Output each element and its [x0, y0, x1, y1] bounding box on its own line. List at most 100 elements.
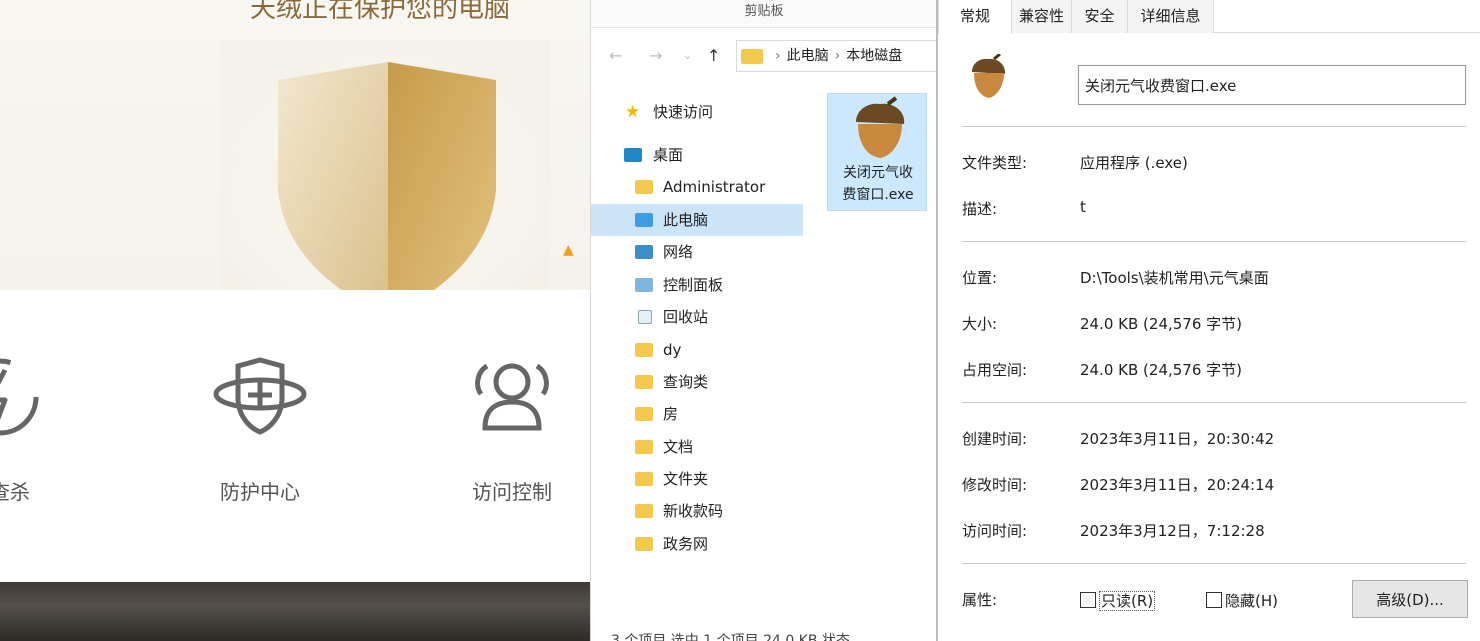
description-label: 描述:: [962, 200, 998, 218]
folder-icon: [635, 407, 653, 421]
tree-item-label: 此电脑: [663, 211, 709, 229]
tab-general[interactable]: 常规: [938, 0, 1012, 34]
file-name-input[interactable]: [1078, 65, 1466, 105]
tile-protection-center[interactable]: 防护中心: [160, 290, 360, 582]
address-bar[interactable]: › 此电脑 › 本地磁盘: [736, 40, 946, 72]
folder-icon: [635, 180, 653, 194]
security-feature-grid: 毒查杀 防护中心 访问控制: [0, 290, 590, 582]
tree-item-label: 桌面: [653, 146, 684, 164]
divider: [962, 563, 1466, 564]
file-name-label: 关闭元气收 费窗口.exe: [828, 162, 928, 206]
tree-item-folder[interactable]: 文件夹: [591, 463, 803, 495]
tab-details[interactable]: 详细信息: [1128, 0, 1214, 33]
readonly-checkbox[interactable]: 只读(R): [1080, 591, 1156, 611]
tile-virus-scan[interactable]: 毒查杀: [0, 290, 100, 582]
tree-item-label: 新收款码: [663, 502, 724, 520]
security-app-window: 天绒正在保护您的电脑 ▲ 杀 防护中心 访问控制: [0, 0, 590, 641]
tab-compatibility[interactable]: 兼容性: [1012, 0, 1072, 33]
users-icon: [475, 363, 549, 431]
disk-size-value: 24.0 KB (24,576 字节): [1080, 361, 1243, 379]
computer-icon: [635, 213, 653, 227]
tree-item-dy[interactable]: dy: [591, 334, 803, 366]
file-name-line: 关闭元气收: [843, 165, 913, 181]
tile-access-control[interactable]: 访问控制: [412, 290, 590, 582]
tree-item-gov-network[interactable]: 政务网: [591, 528, 803, 560]
tree-item-label: 回收站: [663, 308, 709, 326]
navigation-pane: ★ 快速访问 桌面 Administrator 此电脑 网络 控制面板 回收站 …: [591, 88, 803, 578]
lightning-icon: [0, 358, 39, 436]
accessed-label: 访问时间:: [962, 522, 1028, 540]
attributes-label: 属性:: [962, 591, 998, 609]
tree-item-label: Administrator: [663, 178, 766, 196]
tree-item-documents[interactable]: 文档: [591, 431, 803, 463]
upgrade-arrow-icon[interactable]: ▲: [563, 242, 579, 258]
disk-size-label: 占用空间:: [962, 361, 1028, 379]
location-label: 位置:: [962, 269, 998, 287]
tab-security[interactable]: 安全: [1072, 0, 1128, 33]
tree-item-label: 房: [663, 405, 679, 423]
advanced-button[interactable]: 高级(D)...: [1352, 580, 1468, 618]
modified-label: 修改时间:: [962, 476, 1028, 494]
background-photo: [0, 582, 590, 641]
folder-icon: [635, 537, 653, 551]
up-arrow-icon[interactable]: ↑: [707, 46, 720, 66]
chevron-right-icon: ›: [775, 48, 781, 64]
checkbox-box[interactable]: [1080, 592, 1096, 608]
chevron-right-icon: ›: [834, 48, 841, 64]
breadcrumb-local-disk[interactable]: 本地磁盘: [846, 48, 902, 64]
star-icon: ★: [625, 102, 641, 122]
tile-label: 毒查杀: [0, 480, 30, 504]
location-value: D:\Tools\装机常用\元气桌面: [1080, 269, 1269, 287]
status-bar: 3 个项目 选中 1 个项目 24.0 KB 状态: [611, 633, 850, 641]
file-type-value: 应用程序 (.exe): [1080, 154, 1188, 172]
navigation-bar: ← → ⌄ ↑ › 此电脑 › 本地磁盘: [591, 36, 946, 76]
security-status-panel: 天绒正在保护您的电脑 ▲: [0, 0, 590, 320]
tree-item-label: 网络: [663, 243, 694, 261]
screen: 天绒正在保护您的电脑 ▲ 杀 防护中心 访问控制 剪贴板 ← → ⌄ ↑ › 此…: [0, 0, 1480, 641]
tree-item-administrator[interactable]: Administrator: [591, 171, 803, 203]
folder-icon: [635, 472, 653, 486]
file-item-selected[interactable]: 关闭元气收 费窗口.exe: [827, 93, 927, 211]
tile-label: 防护中心: [220, 480, 300, 504]
checkbox-box[interactable]: [1206, 592, 1222, 608]
file-explorer-window: 剪贴板 ← → ⌄ ↑ › 此电脑 › 本地磁盘 ★ 快速访问 桌面 Administ…: [590, 0, 946, 641]
folder-icon: [635, 504, 653, 518]
tree-item-quick-access[interactable]: ★ 快速访问: [591, 96, 803, 128]
tree-item-payment-code[interactable]: 新收款码: [591, 495, 803, 527]
back-arrow-icon[interactable]: ←: [609, 46, 622, 66]
tree-item-this-pc[interactable]: 此电脑: [591, 204, 803, 236]
desktop-icon: [624, 148, 642, 162]
accessed-value: 2023年3月12日，7:12:28: [1080, 522, 1265, 540]
folder-icon: [635, 343, 653, 357]
tree-item-network[interactable]: 网络: [591, 236, 803, 268]
tree-item-control-panel[interactable]: 控制面板: [591, 269, 803, 301]
acorn-icon: [856, 96, 905, 158]
breadcrumb-this-pc[interactable]: 此电脑: [787, 48, 829, 64]
tree-item-label: 文档: [663, 438, 694, 456]
network-icon: [635, 245, 653, 259]
file-name-line: 费窗口.exe: [842, 187, 914, 203]
shield-plus-icon: [213, 357, 307, 435]
tree-item-query[interactable]: 查询类: [591, 366, 803, 398]
folder-icon: [635, 440, 653, 454]
tree-item-desktop[interactable]: 桌面: [591, 139, 803, 171]
file-type-label: 文件类型:: [962, 154, 1028, 172]
created-value: 2023年3月11日，20:30:42: [1080, 430, 1275, 448]
tree-item-recycle-bin[interactable]: 回收站: [591, 301, 803, 333]
acorn-icon: [972, 54, 1006, 98]
properties-dialog: 常规 兼容性 安全 详细信息 文件类型: 应用程序 (.exe) 描述: t 位…: [936, 0, 1480, 641]
tree-item-house[interactable]: 房: [591, 398, 803, 430]
tree-item-label: 政务网: [663, 535, 709, 553]
forward-arrow-icon[interactable]: →: [649, 46, 662, 66]
chevron-down-icon[interactable]: ⌄: [683, 46, 692, 66]
description-value: t: [1080, 198, 1086, 216]
created-label: 创建时间:: [962, 430, 1028, 448]
control-panel-icon: [635, 278, 653, 292]
divider: [962, 402, 1466, 403]
size-value: 24.0 KB (24,576 字节): [1080, 315, 1243, 333]
hidden-checkbox[interactable]: 隐藏(H): [1206, 591, 1278, 611]
ribbon-group-clipboard[interactable]: 剪贴板: [591, 0, 937, 28]
shield-icon: [210, 20, 560, 330]
tree-item-label: 查询类: [663, 373, 709, 391]
tree-item-label: 快速访问: [653, 103, 714, 121]
